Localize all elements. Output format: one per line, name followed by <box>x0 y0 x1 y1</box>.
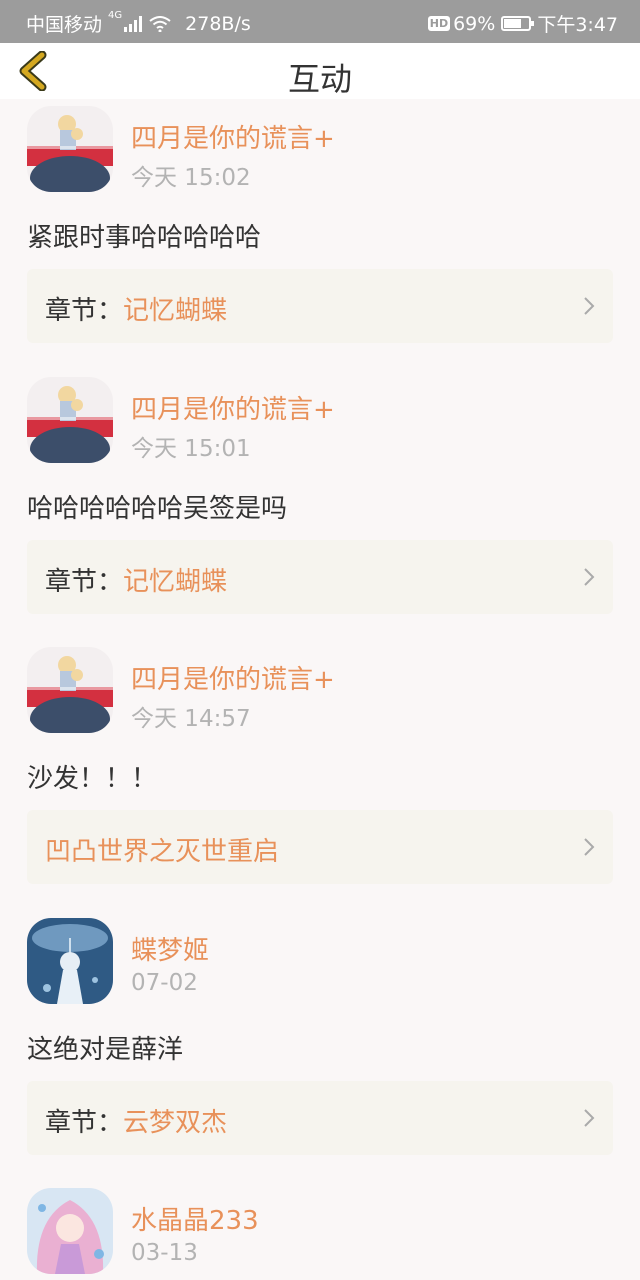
status-right: HD 69% 下午3:47 <box>427 10 618 37</box>
chevron-right-icon <box>584 297 595 315</box>
timestamp: 今天 15:02 <box>131 165 251 191</box>
comment-text: 沙发！！！ <box>27 764 158 794</box>
chapter-prefix: 章节： <box>45 1108 124 1138</box>
chapter-link[interactable]: 凹凸世界之灭世重启 <box>27 810 613 884</box>
avatar-image <box>27 918 113 1004</box>
username[interactable]: 四月是你的谎言+ <box>131 659 335 696</box>
chapter-label: 章节：记忆蝴蝶 <box>45 290 227 327</box>
avatar-image <box>27 377 113 463</box>
chapter-name: 记忆蝴蝶 <box>123 296 228 326</box>
battery-percent: 69% <box>453 12 496 35</box>
username[interactable]: 四月是你的谎言+ <box>131 118 335 155</box>
username[interactable]: 蝶梦姬 <box>131 930 209 967</box>
status-left: 中国移动 4G 278B/s <box>26 10 251 37</box>
chapter-prefix: 章节： <box>45 296 124 326</box>
comment-text: 这绝对是薛洋 <box>27 1035 184 1065</box>
chevron-right-icon <box>584 838 595 856</box>
wifi-icon <box>149 15 171 32</box>
chapter-link[interactable]: 章节：记忆蝴蝶 <box>27 540 613 614</box>
username[interactable]: 四月是你的谎言+ <box>131 389 335 426</box>
avatar[interactable] <box>27 106 113 192</box>
chapter-label: 章节：云梦双杰 <box>45 1102 227 1139</box>
avatar[interactable] <box>27 377 113 463</box>
chapter-name: 记忆蝴蝶 <box>123 567 228 597</box>
chevron-right-icon <box>584 568 595 586</box>
comment-text: 哈哈哈哈哈哈吴签是吗 <box>27 494 288 524</box>
avatar[interactable] <box>27 1188 113 1274</box>
chapter-label: 章节：记忆蝴蝶 <box>45 561 227 598</box>
username[interactable]: 水晶晶233 <box>131 1200 259 1237</box>
clock: 下午3:47 <box>537 14 618 36</box>
app-header: 互动 <box>0 43 640 99</box>
avatar-image <box>27 647 113 733</box>
signal-icon <box>124 15 143 32</box>
chapter-link[interactable]: 章节：记忆蝴蝶 <box>27 269 613 343</box>
avatar[interactable] <box>27 918 113 1004</box>
page-title: 互动 <box>287 60 352 98</box>
comment-feed[interactable]: 四月是你的谎言+ 今天 15:02 紧跟时事哈哈哈哈哈 章节：记忆蝴蝶 四月是你… <box>0 99 640 1280</box>
chevron-right-icon <box>584 1109 595 1127</box>
chapter-link[interactable]: 章节：云梦双杰 <box>27 1081 613 1155</box>
battery-fill <box>504 19 521 28</box>
timestamp: 07-02 <box>131 970 198 996</box>
hd-icon: HD <box>427 16 451 31</box>
carrier-label: 中国移动 <box>26 14 103 36</box>
battery-icon <box>501 16 535 31</box>
chapter-prefix: 章节： <box>45 567 124 597</box>
avatar-image <box>27 1188 113 1274</box>
chapter-name: 凹凸世界之灭世重启 <box>45 837 280 867</box>
status-bar: 中国移动 4G 278B/s HD 69% 下午3:47 <box>0 0 640 43</box>
chapter-label: 凹凸世界之灭世重启 <box>45 831 279 868</box>
chapter-name: 云梦双杰 <box>123 1108 228 1138</box>
avatar-image <box>27 106 113 192</box>
timestamp: 03-13 <box>131 1240 198 1266</box>
network-type: 4G <box>108 10 123 21</box>
timestamp: 今天 14:57 <box>131 706 251 732</box>
comment-text: 紧跟时事哈哈哈哈哈 <box>27 223 262 253</box>
avatar[interactable] <box>27 647 113 733</box>
timestamp: 今天 15:01 <box>131 436 251 462</box>
network-speed: 278B/s <box>185 12 251 35</box>
